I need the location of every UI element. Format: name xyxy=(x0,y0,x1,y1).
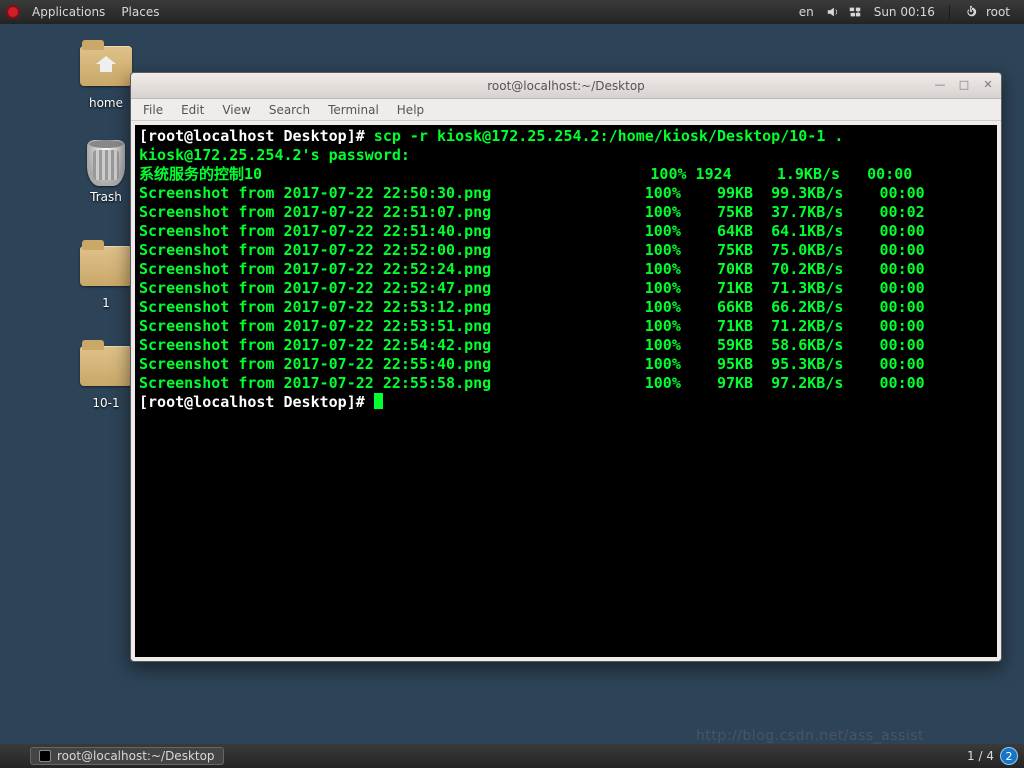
folder-icon xyxy=(80,346,132,386)
volume-icon[interactable] xyxy=(826,5,840,19)
user-menu[interactable]: root xyxy=(986,5,1018,19)
watermark-text: http://blog.csdn.net/ass_assist xyxy=(696,728,924,744)
terminal-title: root@localhost:~/Desktop xyxy=(487,79,645,93)
terminal-window: root@localhost:~/Desktop — □ ✕ File Edit… xyxy=(130,72,1002,662)
window-close-button[interactable]: ✕ xyxy=(981,77,995,91)
network-icon[interactable] xyxy=(848,5,862,19)
keyboard-layout[interactable]: en xyxy=(791,5,822,19)
menu-help[interactable]: Help xyxy=(397,103,424,117)
bottom-panel: root@localhost:~/Desktop 1 / 4 2 xyxy=(0,744,1024,768)
window-minimize-button[interactable]: — xyxy=(933,77,947,91)
menu-view[interactable]: View xyxy=(222,103,250,117)
power-icon[interactable] xyxy=(964,5,978,19)
menu-file[interactable]: File xyxy=(143,103,163,117)
menu-edit[interactable]: Edit xyxy=(181,103,204,117)
places-menu[interactable]: Places xyxy=(113,5,167,19)
distro-logo-icon xyxy=(6,5,20,19)
workspace-badge[interactable]: 2 xyxy=(1000,747,1018,765)
terminal-icon xyxy=(39,750,51,762)
menu-search[interactable]: Search xyxy=(269,103,310,117)
trash-icon xyxy=(87,140,125,186)
top-panel: Applications Places en Sun 00:16 root xyxy=(0,0,1024,24)
applications-menu[interactable]: Applications xyxy=(24,5,113,19)
menu-terminal[interactable]: Terminal xyxy=(328,103,379,117)
taskbar-label: root@localhost:~/Desktop xyxy=(57,749,215,763)
window-maximize-button[interactable]: □ xyxy=(957,77,971,91)
terminal-titlebar[interactable]: root@localhost:~/Desktop — □ ✕ xyxy=(131,73,1001,99)
terminal-menubar: File Edit View Search Terminal Help xyxy=(131,99,1001,121)
folder-home-icon xyxy=(80,46,132,86)
clock[interactable]: Sun 00:16 xyxy=(866,5,943,19)
folder-icon xyxy=(80,246,132,286)
taskbar-terminal[interactable]: root@localhost:~/Desktop xyxy=(30,747,224,765)
terminal-output[interactable]: [root@localhost Desktop]# scp -r kiosk@1… xyxy=(135,125,997,657)
workspace-indicator[interactable]: 1 / 4 xyxy=(967,749,994,763)
